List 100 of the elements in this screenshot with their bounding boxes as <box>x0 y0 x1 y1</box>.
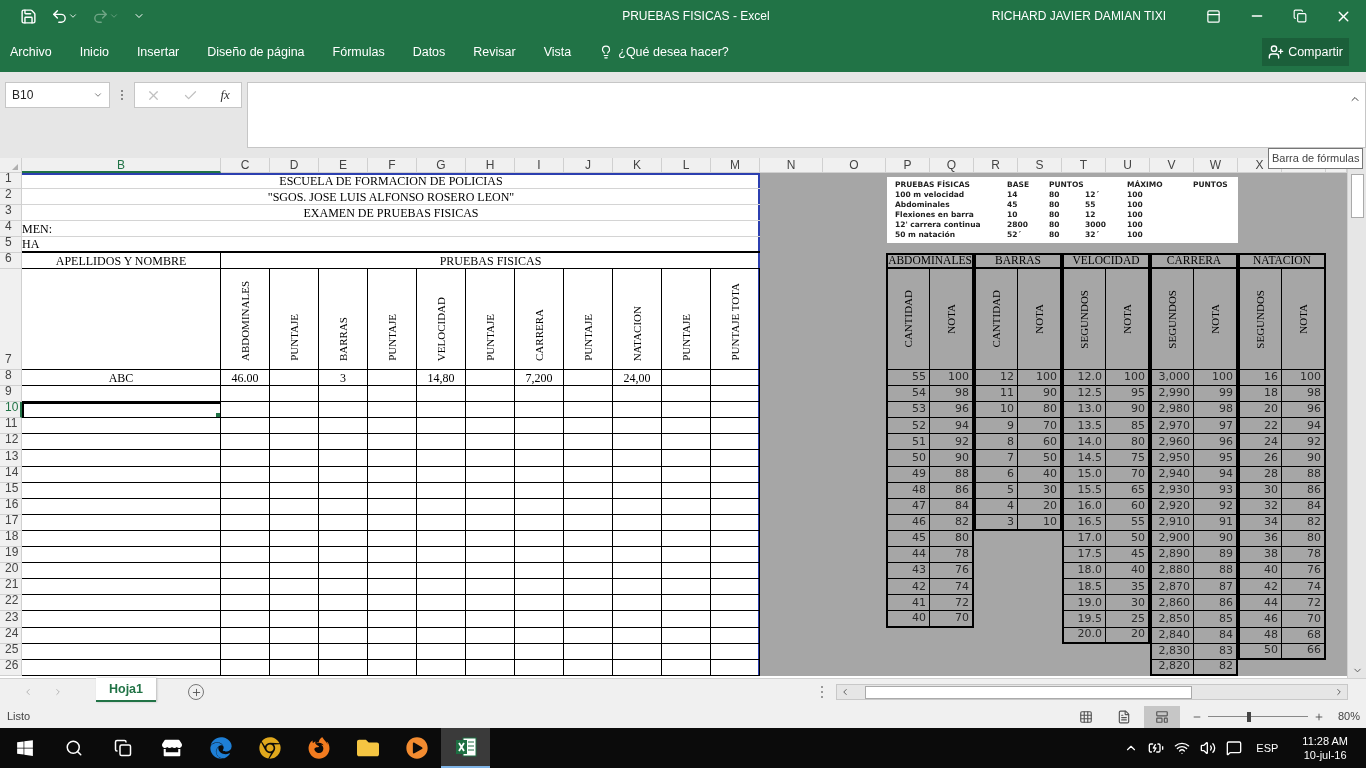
empty-cell[interactable] <box>662 482 711 499</box>
empty-cell[interactable] <box>270 466 319 483</box>
empty-cell[interactable] <box>319 482 368 499</box>
empty-cell[interactable] <box>270 514 319 531</box>
empty-cell[interactable] <box>662 434 711 451</box>
ribbon-tab[interactable]: Datos <box>412 42 446 62</box>
empty-cell[interactable] <box>221 547 270 564</box>
empty-cell[interactable] <box>466 643 515 660</box>
empty-cell[interactable] <box>319 627 368 644</box>
empty-cell[interactable] <box>515 450 564 467</box>
empty-cell[interactable] <box>221 579 270 596</box>
empty-cell[interactable] <box>564 611 613 628</box>
empty-cell[interactable] <box>368 627 417 644</box>
empty-cell[interactable] <box>319 611 368 628</box>
empty-cell[interactable] <box>564 498 613 515</box>
empty-cell[interactable] <box>319 450 368 467</box>
empty-cell[interactable] <box>417 450 466 467</box>
column-header[interactable]: F <box>368 158 417 173</box>
empty-cell[interactable] <box>319 418 368 435</box>
empty-cell[interactable] <box>221 466 270 483</box>
empty-cell[interactable] <box>270 547 319 564</box>
formula-input[interactable] <box>247 82 1366 148</box>
empty-cell[interactable] <box>711 547 760 564</box>
empty-cell[interactable] <box>417 611 466 628</box>
empty-cell[interactable] <box>613 547 662 564</box>
empty-cell[interactable] <box>515 466 564 483</box>
empty-cell[interactable] <box>270 482 319 499</box>
empty-cell[interactable] <box>515 611 564 628</box>
empty-cell[interactable] <box>515 547 564 564</box>
ribbon-tab[interactable]: Revisar <box>473 42 516 62</box>
empty-cell[interactable] <box>368 370 417 387</box>
empty-cell[interactable] <box>221 482 270 499</box>
column-header[interactable]: C <box>221 158 270 173</box>
save-icon[interactable] <box>20 7 37 25</box>
empty-cell[interactable] <box>417 643 466 660</box>
empty-cell[interactable] <box>613 579 662 596</box>
empty-cell[interactable] <box>466 659 515 676</box>
empty-cell[interactable] <box>417 466 466 483</box>
column-header[interactable]: W <box>1194 158 1238 173</box>
empty-cell[interactable] <box>319 402 368 419</box>
empty-cell[interactable] <box>515 595 564 612</box>
empty-cell[interactable] <box>613 386 662 403</box>
empty-cell[interactable] <box>662 530 711 548</box>
empty-cell[interactable] <box>417 579 466 596</box>
active-cell-cursor[interactable] <box>22 402 221 419</box>
empty-cell[interactable] <box>711 595 760 612</box>
empty-cell[interactable] <box>515 498 564 515</box>
empty-cell[interactable] <box>417 482 466 499</box>
empty-cell[interactable] <box>319 547 368 564</box>
ribbon-display-options-icon[interactable] <box>1206 8 1221 24</box>
column-header[interactable]: O <box>823 158 886 173</box>
empty-cell[interactable] <box>417 659 466 676</box>
battery-icon[interactable] <box>1148 740 1165 756</box>
empty-cell[interactable] <box>221 450 270 467</box>
zoom-slider[interactable] <box>1207 711 1308 722</box>
empty-cell[interactable] <box>466 482 515 499</box>
empty-cell[interactable] <box>270 643 319 660</box>
empty-cell[interactable] <box>270 611 319 628</box>
empty-cell[interactable] <box>368 402 417 419</box>
empty-cell[interactable] <box>368 530 417 548</box>
empty-cell[interactable] <box>221 530 270 548</box>
empty-cell[interactable] <box>711 659 760 676</box>
empty-cell[interactable] <box>613 482 662 499</box>
empty-cell[interactable] <box>564 514 613 531</box>
empty-cell[interactable] <box>319 659 368 676</box>
column-header[interactable]: J <box>564 158 613 173</box>
empty-cell[interactable] <box>662 595 711 612</box>
empty-cell[interactable] <box>221 563 270 580</box>
empty-cell[interactable] <box>417 514 466 531</box>
empty-cell[interactable] <box>662 386 711 403</box>
empty-cell[interactable] <box>221 402 270 419</box>
empty-cell[interactable] <box>417 434 466 451</box>
empty-cell[interactable] <box>368 434 417 451</box>
clock-date[interactable]: 10-jul-16 <box>1303 748 1347 762</box>
empty-cell[interactable] <box>564 643 613 660</box>
empty-cell[interactable] <box>613 659 662 676</box>
empty-cell[interactable] <box>613 402 662 419</box>
clock-time[interactable]: 11:28 AM <box>1302 734 1348 748</box>
column-header[interactable]: S <box>1018 158 1062 173</box>
row-header[interactable]: 12 <box>0 434 22 451</box>
column-header[interactable]: V <box>1150 158 1194 173</box>
tell-me-field[interactable]: ¿Qué desea hacer? <box>618 42 729 62</box>
empty-cell[interactable] <box>270 595 319 612</box>
empty-cell[interactable] <box>515 643 564 660</box>
empty-cell[interactable] <box>368 386 417 403</box>
empty-cell[interactable] <box>564 482 613 499</box>
empty-cell[interactable] <box>711 643 760 660</box>
empty-cell[interactable] <box>613 611 662 628</box>
column-header[interactable]: I <box>515 158 564 173</box>
empty-cell[interactable] <box>711 370 760 387</box>
empty-cell[interactable] <box>466 466 515 483</box>
empty-cell[interactable] <box>417 547 466 564</box>
ribbon-tab[interactable]: Fórmulas <box>332 42 385 62</box>
empty-cell[interactable] <box>613 418 662 435</box>
undo-icon[interactable] <box>51 7 78 25</box>
empty-cell[interactable] <box>613 627 662 644</box>
empty-cell[interactable] <box>711 627 760 644</box>
empty-cell[interactable] <box>662 627 711 644</box>
row-header[interactable]: 19 <box>0 547 22 564</box>
empty-cell[interactable] <box>319 595 368 612</box>
